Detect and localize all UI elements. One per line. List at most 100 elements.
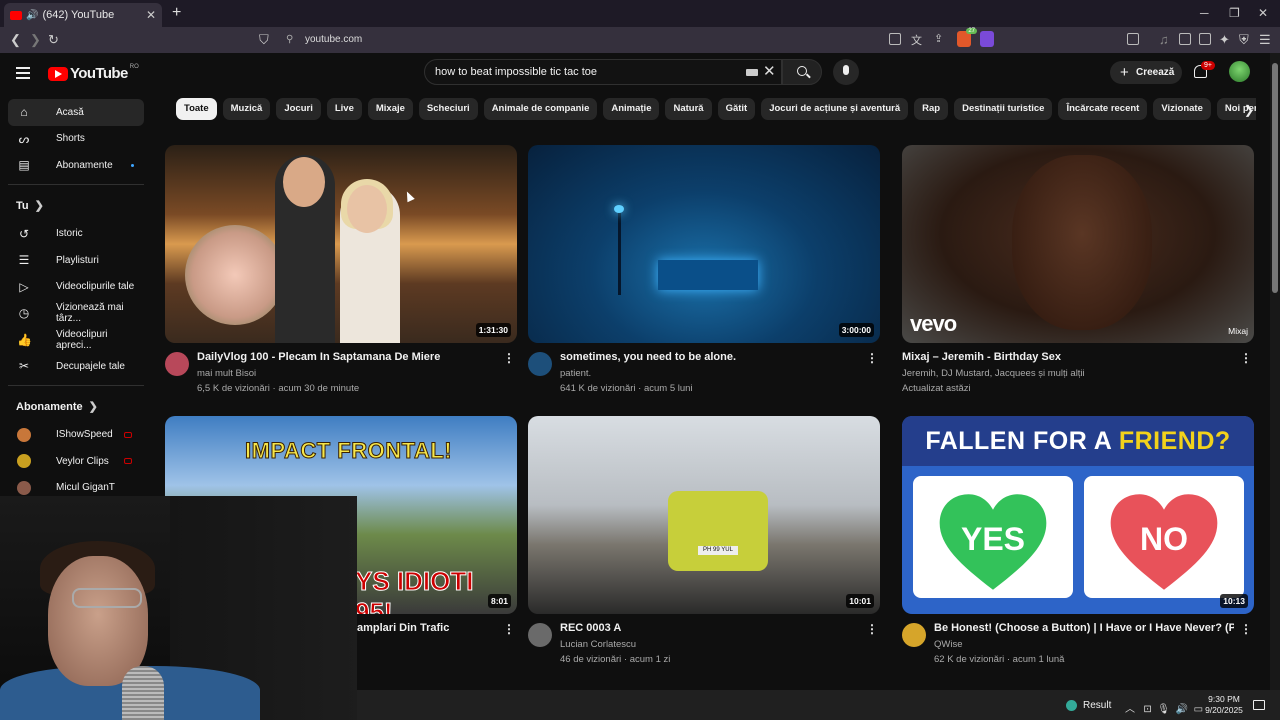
sidebar-item-shorts[interactable]: ᔕ Shorts [8,126,144,153]
chip-animation[interactable]: Animație [603,98,660,120]
more-options-icon[interactable]: ⋮ [866,622,878,636]
clear-search-icon[interactable]: ✕ [763,62,776,80]
video-thumbnail[interactable]: 1:31:30 [165,145,517,343]
chips-next-arrow-icon[interactable]: ❯ [1244,103,1254,117]
sidebar-item-home[interactable]: ⌂ Acasă [8,99,144,126]
channel-avatar[interactable] [528,352,552,376]
video-title[interactable]: Mixaj – Jeremih - Birthday Sex [902,351,1202,363]
chip-action-adventure[interactable]: Jocuri de acțiune și aventură [761,98,909,120]
channel-name[interactable]: mai mult Bisoi [197,368,256,379]
video-title[interactable]: Be Honest! (Choose a Button) | I Have or… [934,622,1234,634]
chip-cooking[interactable]: Gătit [717,98,756,120]
video-card[interactable]: vevo Mixaj Mixaj – Jeremih - Birthday Se… [902,145,1254,403]
channel-avatar[interactable] [902,623,926,647]
minimize-button[interactable]: ─ [1200,6,1209,20]
video-title[interactable]: sometimes, you need to be alone. [560,351,860,363]
video-card[interactable]: FALLEN FOR A FRIEND? YES NO 10:13 Be Hon… [902,416,1254,674]
video-thumbnail[interactable]: 3:00:00 [528,145,880,343]
sidebar-item-liked-videos[interactable]: 👍 Videoclipuri apreci... [8,327,144,354]
chip-travel[interactable]: Destinații turistice [954,98,1053,120]
channel-name[interactable]: Jeremih, DJ Mustard, Jacquees și mulți a… [902,368,1085,379]
tab-close-icon[interactable]: ✕ [146,8,156,22]
channel-name[interactable]: Lucian Corlatescu [560,639,636,650]
scrollbar-thumb[interactable] [1272,63,1278,293]
video-title[interactable]: REC 0003 A [560,622,860,634]
tab-search-icon[interactable] [1127,33,1139,45]
bookmark-icon[interactable]: ⛉ [259,32,269,48]
chip-watched[interactable]: Vizionate [1153,98,1211,120]
vpn-icon[interactable]: ⛨ [1239,32,1249,48]
channel-avatar[interactable] [165,352,189,376]
menu-icon[interactable]: ☰ [1259,32,1271,48]
channel-name[interactable]: patient. [560,368,591,379]
youtube-logo[interactable]: YouTube RO [48,64,139,82]
translate-icon[interactable]: 文 [911,32,922,48]
sidebar-item-watch-later[interactable]: ◷ Vizionează mai târz... [8,300,144,327]
chip-live[interactable]: Live [326,98,362,120]
sidebar-item-playlists[interactable]: ☰ Playlisturi [8,247,144,274]
taskbar-result-widget[interactable]: Result [1066,700,1111,711]
search-input[interactable]: how to beat impossible tic tac toe [424,59,782,85]
sidebar-sub-veylor-clips[interactable]: Veylor Clips [8,448,144,475]
tray-mic-icon[interactable]: 🎙 [1157,704,1170,715]
volume-icon[interactable]: 🔊 [1176,704,1188,715]
chip-rap[interactable]: Rap [914,98,949,120]
taskbar-clock[interactable]: 9:30 PM 9/20/2025 [1200,694,1248,716]
tray-chevron-icon[interactable]: ︿ [1125,704,1135,715]
sidebar-item-your-videos[interactable]: ▷ Videoclipurile tale [8,274,144,301]
sidebar-item-clips[interactable]: ✂ Decupajele tale [8,353,144,380]
video-thumbnail[interactable]: vevo Mixaj [902,145,1254,343]
new-tab-button[interactable]: + [172,4,181,22]
browser-tab[interactable]: 🔊 (642) YouTube ✕ [4,3,162,27]
channel-name[interactable]: QWise [934,639,963,650]
leo-ai-icon[interactable]: ✦ [1219,32,1230,48]
chip-all[interactable]: Toate [176,98,217,120]
brave-shields-icon[interactable]: 27 [957,28,977,47]
forward-button[interactable]: ❯ [30,32,41,48]
video-thumbnail[interactable]: FALLEN FOR A FRIEND? YES NO 10:13 [902,416,1254,614]
more-options-icon[interactable]: ⋮ [503,351,515,365]
restore-button[interactable]: ❐ [1229,6,1240,20]
channel-avatar[interactable] [528,623,552,647]
video-card[interactable]: PH 99 YUL 10:01 REC 0003 A Lucian Corlat… [528,416,880,674]
sidebar-item-subscriptions[interactable]: ▤ Abonamente [8,152,144,179]
chip-recently-uploaded[interactable]: Încărcate recent [1058,98,1148,120]
wallet-icon[interactable] [1199,33,1211,45]
more-options-icon[interactable]: ⋮ [503,622,515,636]
cast-icon[interactable] [889,33,901,45]
hamburger-menu-icon[interactable] [16,67,30,82]
brave-rewards-icon[interactable] [980,31,994,47]
system-tray[interactable]: ︿ ⊡ 🎙 🔊 ▭ [1125,700,1203,715]
sidebar-item-history[interactable]: ↺ Istoric [8,221,144,248]
site-info-icon[interactable]: ⚲ [286,30,293,50]
chip-nature[interactable]: Natură [665,98,712,120]
back-button[interactable]: ❮ [10,32,21,48]
share-icon[interactable]: ⇪ [934,32,943,45]
address-bar[interactable]: ⚲ youtube.com [280,30,850,50]
window-close-button[interactable]: ✕ [1258,6,1268,20]
page-scrollbar[interactable] [1270,53,1280,690]
music-icon[interactable]: ♫ [1159,32,1169,47]
notification-center-icon[interactable] [1253,700,1265,710]
sidebar-section-you[interactable]: Tu ❯ [0,191,152,221]
sidebar-sub-ishowspeed[interactable]: IShowSpeed [8,422,144,449]
chip-pets[interactable]: Animale de companie [483,98,598,120]
chip-mixes[interactable]: Mixaje [367,98,413,120]
sidebar-section-subscriptions[interactable]: Abonamente ❯ [0,392,152,422]
tray-app-icon[interactable]: ⊡ [1143,704,1151,715]
search-button[interactable] [782,59,822,85]
video-title[interactable]: DailyVlog 100 - Plecam In Saptamana De M… [197,351,497,363]
speaker-icon[interactable]: 🔊 [26,10,38,21]
keyboard-icon[interactable] [746,69,758,76]
chip-sketches[interactable]: Scheciuri [418,98,478,120]
video-card[interactable]: 3:00:00 sometimes, you need to be alone.… [528,145,880,403]
chip-music[interactable]: Muzică [222,98,271,120]
video-card[interactable]: 1:31:30 DailyVlog 100 - Plecam In Saptam… [165,145,517,403]
reload-button[interactable]: ↻ [48,32,59,48]
more-options-icon[interactable]: ⋮ [1240,622,1252,636]
more-options-icon[interactable]: ⋮ [1240,351,1252,365]
sidebar-icon[interactable] [1179,33,1191,45]
chip-games[interactable]: Jocuri [276,98,321,120]
more-options-icon[interactable]: ⋮ [866,351,878,365]
account-avatar[interactable] [1229,61,1250,82]
